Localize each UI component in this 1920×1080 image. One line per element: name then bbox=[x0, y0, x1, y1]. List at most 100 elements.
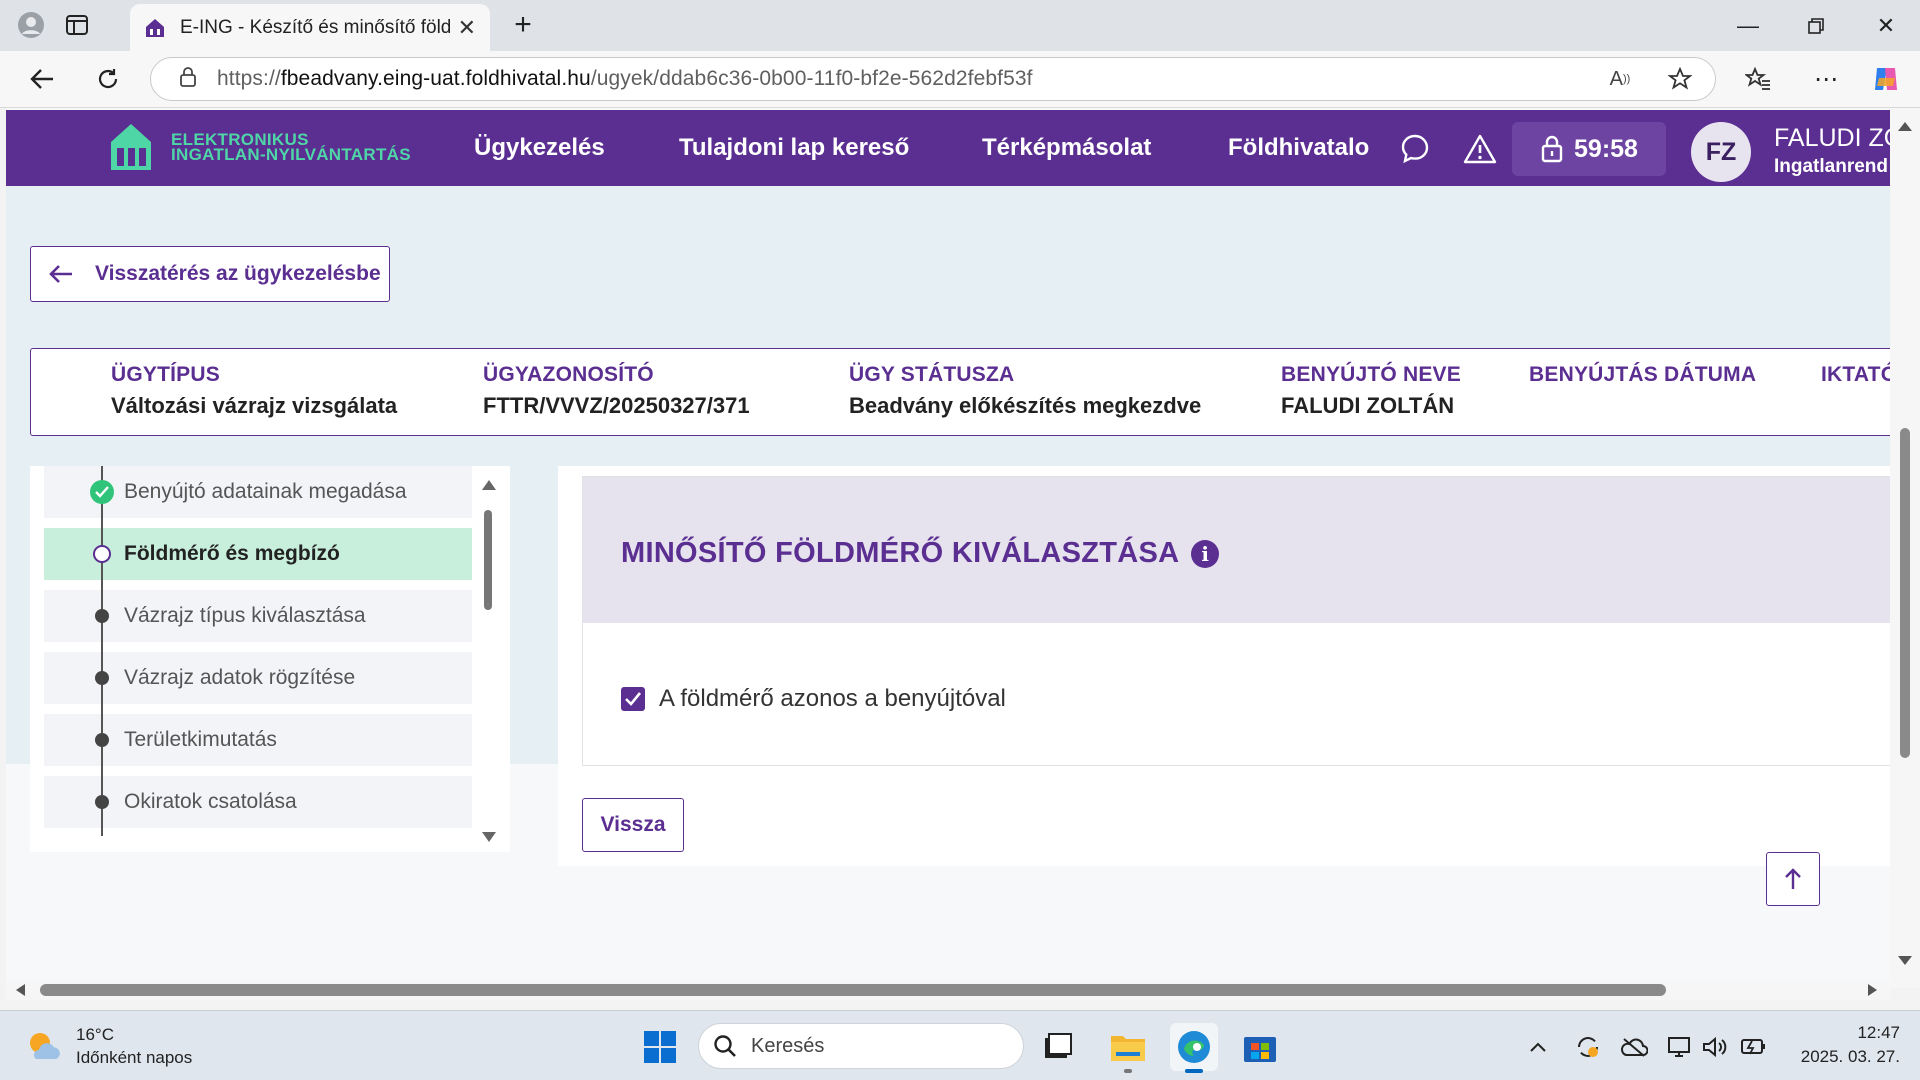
running-indicator bbox=[1124, 1069, 1132, 1073]
current-step-circle-icon bbox=[93, 545, 111, 563]
filing-number: IKTATÓ bbox=[1821, 363, 1890, 386]
partly-sunny-icon bbox=[30, 1033, 60, 1059]
scroll-left-icon[interactable] bbox=[16, 984, 25, 996]
close-window-icon[interactable]: ✕ bbox=[1852, 0, 1920, 51]
scroll-down-icon[interactable] bbox=[1898, 956, 1912, 965]
session-timer[interactable]: 59:58 bbox=[1512, 122, 1666, 176]
app-header: ELEKTRONIKUS INGATLAN-NYILVÁNTARTÁS Ügyk… bbox=[6, 110, 1890, 186]
network-icon[interactable] bbox=[1666, 1033, 1694, 1061]
same-as-submitter-checkbox[interactable] bbox=[621, 687, 645, 711]
file-explorer-button[interactable] bbox=[1104, 1023, 1152, 1073]
same-as-submitter-row[interactable]: A földmérő azonos a benyújtóval bbox=[621, 685, 1006, 713]
back-arrow-icon[interactable] bbox=[22, 59, 62, 99]
back-button-label: Visszatérés az ügykezelésbe bbox=[95, 262, 381, 285]
user-role: Ingatlanrend bbox=[1774, 156, 1889, 177]
menu-tulajdoni-lap-kereso[interactable]: Tulajdoni lap kereső bbox=[679, 134, 909, 162]
weather-widget[interactable]: 16°C Időnként napos bbox=[26, 1023, 192, 1069]
scroll-thumb[interactable] bbox=[484, 510, 492, 610]
user-name[interactable]: FALUDI ZO bbox=[1774, 124, 1890, 153]
sync-icon[interactable] bbox=[1574, 1033, 1602, 1061]
back-to-case-management-button[interactable]: Visszatérés az ügykezelésbe bbox=[30, 246, 390, 302]
steps-scrollbar[interactable] bbox=[480, 474, 496, 844]
site-logo[interactable]: ELEKTRONIKUS INGATLAN-NYILVÁNTARTÁS bbox=[109, 122, 411, 172]
taskbar-search[interactable]: Keresés bbox=[698, 1023, 1024, 1069]
show-hidden-icons-chevron-icon[interactable] bbox=[1524, 1033, 1552, 1061]
padlock-icon bbox=[1541, 135, 1563, 163]
surveyor-section: MINŐSÍTŐ FÖLDMÉRŐ KIVÁLASZTÁSA i A földm… bbox=[582, 476, 1890, 766]
clock-date: 2025. 03. 27. bbox=[1800, 1047, 1900, 1066]
timer-value: 59:58 bbox=[1574, 134, 1638, 163]
case-status: ÜGY STÁTUSZA Beadvány előkészítés megkez… bbox=[849, 363, 1202, 418]
windows-logo-icon bbox=[644, 1031, 676, 1063]
restore-icon[interactable] bbox=[1782, 0, 1850, 51]
check-circle-icon bbox=[90, 480, 114, 504]
menu-foldhivatalok[interactable]: Földhivatalo bbox=[1228, 134, 1369, 162]
search-icon bbox=[714, 1035, 736, 1057]
section-header: MINŐSÍTŐ FÖLDMÉRŐ KIVÁLASZTÁSA i bbox=[583, 477, 1890, 623]
scroll-up-icon[interactable] bbox=[482, 480, 496, 490]
browser-toolbar: https://fbeadvany.eing-uat.foldhivatal.h… bbox=[0, 51, 1920, 108]
favorite-star-icon[interactable] bbox=[1660, 59, 1700, 99]
logo-line2: INGATLAN-NYILVÁNTARTÁS bbox=[171, 145, 411, 164]
reload-icon[interactable] bbox=[88, 59, 128, 99]
checkbox-label[interactable]: A földmérő azonos a benyújtóval bbox=[659, 685, 1006, 713]
case-type: ÜGYTÍPUS Változási vázrajz vizsgálata bbox=[111, 363, 398, 418]
store-button[interactable] bbox=[1236, 1023, 1284, 1071]
tab-actions-icon[interactable] bbox=[60, 8, 94, 42]
steps-panel: Benyújtó adatainak megadása Földmérő és … bbox=[30, 466, 510, 852]
section-title: MINŐSÍTŐ FÖLDMÉRŐ KIVÁLASZTÁSA i bbox=[621, 537, 1220, 570]
close-tab-icon[interactable]: ✕ bbox=[458, 15, 476, 41]
case-id: ÜGYAZONOSÍTÓ FTTR/VVVZ/20250327/371 bbox=[483, 363, 750, 418]
step-dot-icon bbox=[95, 609, 109, 623]
step-dot-icon bbox=[95, 671, 109, 685]
main-panel: MINŐSÍTŐ FÖLDMÉRŐ KIVÁLASZTÁSA i A földm… bbox=[558, 466, 1890, 866]
scroll-thumb[interactable] bbox=[1900, 428, 1910, 758]
scroll-thumb[interactable] bbox=[40, 984, 1666, 996]
steps-timeline bbox=[101, 466, 103, 836]
url-text: https://fbeadvany.eing-uat.foldhivatal.h… bbox=[217, 67, 1033, 90]
volume-icon[interactable] bbox=[1702, 1033, 1730, 1061]
battery-icon[interactable] bbox=[1740, 1033, 1768, 1061]
more-menu-icon[interactable]: ⋯ bbox=[1806, 59, 1846, 99]
warning-icon[interactable] bbox=[1463, 132, 1497, 166]
vissza-button[interactable]: Vissza bbox=[582, 798, 684, 852]
scroll-down-icon[interactable] bbox=[482, 832, 496, 842]
task-view-button[interactable] bbox=[1034, 1023, 1082, 1071]
read-aloud-icon[interactable]: A)) bbox=[1600, 59, 1640, 99]
new-tab-icon[interactable]: + bbox=[506, 8, 540, 42]
minimize-icon[interactable]: — bbox=[1714, 0, 1782, 51]
address-bar[interactable]: https://fbeadvany.eing-uat.foldhivatal.h… bbox=[150, 57, 1716, 101]
edge-browser-button[interactable] bbox=[1170, 1023, 1218, 1073]
menu-terkepmasolat[interactable]: Térképmásolat bbox=[982, 134, 1151, 162]
active-indicator bbox=[1185, 1069, 1203, 1073]
menu-ugykezeles[interactable]: Ügykezelés bbox=[474, 134, 605, 162]
scroll-up-icon[interactable] bbox=[1898, 122, 1912, 131]
browser-tab-active[interactable]: E-ING - Készítő és minősítő földm ✕ bbox=[130, 4, 490, 51]
info-icon[interactable]: i bbox=[1191, 539, 1220, 568]
tab-title: E-ING - Készítő és minősítő földm bbox=[180, 16, 450, 38]
submission-date: BENYÚJTÁS DÁTUMA bbox=[1529, 363, 1757, 386]
edge-icon bbox=[1178, 1031, 1210, 1063]
favorites-icon[interactable] bbox=[1738, 59, 1778, 99]
copilot-icon[interactable] bbox=[1866, 59, 1906, 99]
system-clock[interactable]: 12:47 2025. 03. 27. bbox=[1786, 1021, 1900, 1069]
web-page: ELEKTRONIKUS INGATLAN-NYILVÁNTARTÁS Ügyk… bbox=[6, 108, 1890, 980]
lock-icon[interactable] bbox=[179, 66, 197, 93]
browser-tab-bar: E-ING - Készítő és minősítő földm ✕ + — … bbox=[0, 0, 1920, 51]
chat-icon[interactable] bbox=[1398, 132, 1432, 166]
scroll-to-top-button[interactable] bbox=[1766, 852, 1820, 906]
submitter-name: BENYÚJTÓ NEVE FALUDI ZOLTÁN bbox=[1281, 363, 1461, 418]
folder-icon bbox=[1111, 1036, 1145, 1061]
steps-list: Benyújtó adatainak megadása Földmérő és … bbox=[44, 466, 472, 836]
step-dot-icon bbox=[95, 733, 109, 747]
page-vertical-scrollbar[interactable] bbox=[1890, 108, 1920, 988]
onedrive-cloud-icon[interactable] bbox=[1620, 1033, 1648, 1061]
arrow-left-icon bbox=[49, 265, 72, 283]
arrow-up-icon bbox=[1785, 868, 1801, 889]
store-icon bbox=[1244, 1037, 1276, 1062]
profile-icon[interactable] bbox=[14, 8, 48, 42]
page-horizontal-scrollbar[interactable] bbox=[6, 980, 1890, 1000]
scroll-right-icon[interactable] bbox=[1868, 984, 1877, 996]
start-button[interactable] bbox=[636, 1023, 684, 1071]
user-avatar[interactable]: FZ bbox=[1691, 122, 1751, 182]
